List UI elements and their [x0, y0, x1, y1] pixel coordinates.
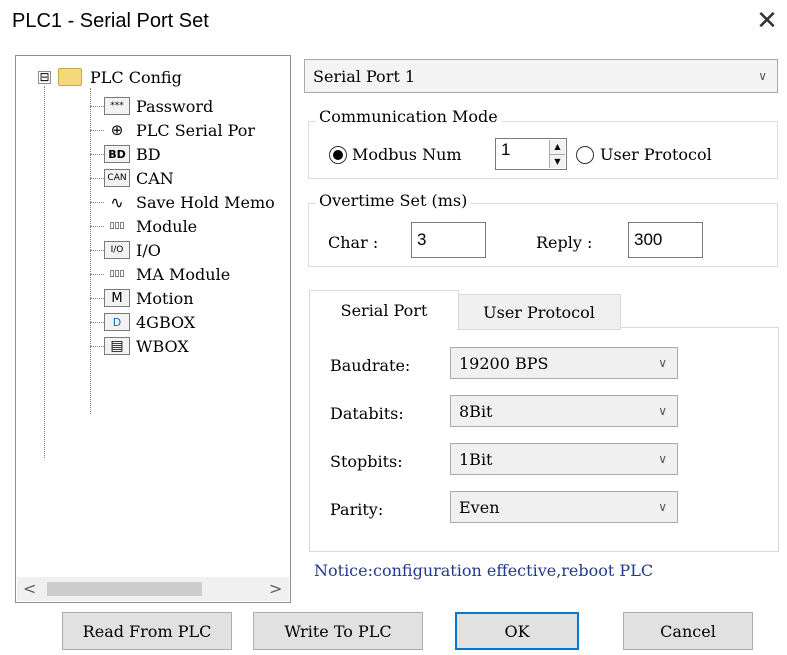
chevron-down-icon: ∨	[658, 452, 667, 466]
parity-value: Even	[459, 497, 500, 517]
tab-user-protocol[interactable]: User Protocol	[457, 294, 621, 330]
char-label: Char :	[328, 233, 379, 252]
ok-button[interactable]: OK	[455, 612, 579, 650]
tree-item-motion[interactable]: M Motion	[90, 287, 194, 309]
stopbits-label: Stopbits:	[330, 452, 403, 471]
tree-item-label: Module	[136, 216, 198, 236]
folder-icon	[58, 68, 82, 86]
scroll-left-icon[interactable]: <	[23, 579, 36, 598]
settings-tabs: Baudrate: 19200 BPS ∨ Databits: 8Bit ∨ S…	[309, 290, 779, 552]
stopbits-select[interactable]: 1Bit ∨	[450, 443, 678, 475]
tree-connector	[44, 86, 45, 458]
reboot-notice: Notice:configuration effective,reboot PL…	[314, 561, 654, 580]
baudrate-select[interactable]: 19200 BPS ∨	[450, 347, 678, 379]
tree-item-ma-module[interactable]: ▯▯▯ MA Module	[90, 263, 230, 285]
char-value: 3	[417, 230, 427, 249]
spin-up-icon[interactable]: ▲	[550, 140, 565, 155]
baudrate-value: 19200 BPS	[459, 353, 549, 373]
stopbits-value: 1Bit	[459, 449, 493, 469]
bd-icon: BD	[104, 145, 130, 163]
tree-item-save-hold-memory[interactable]: ∿ Save Hold Memo	[90, 191, 275, 213]
password-icon: ***	[104, 97, 130, 115]
io-icon: I/O	[104, 241, 130, 259]
baudrate-label: Baudrate:	[330, 356, 411, 375]
tree-item-module[interactable]: ▯▯▯ Module	[90, 215, 197, 237]
tree-root-label: PLC Config	[90, 67, 182, 87]
tree-item-can[interactable]: CAN CAN	[90, 167, 174, 189]
modbus-radio[interactable]	[329, 146, 347, 164]
tree-item-bd[interactable]: BD BD	[90, 143, 161, 165]
tree-item-label: I/O	[136, 240, 161, 260]
button-label: Write To PLC	[284, 621, 392, 641]
char-input[interactable]: 3	[411, 222, 486, 258]
scrollbar-thumb[interactable]	[47, 582, 202, 596]
serial-port-tab-panel: Baudrate: 19200 BPS ∨ Databits: 8Bit ∨ S…	[309, 327, 779, 552]
modbus-label: Modbus Num	[352, 145, 462, 164]
collapse-icon[interactable]: ⊟	[38, 71, 51, 84]
serial-port-select[interactable]: Serial Port 1 ∨	[304, 59, 778, 93]
chevron-down-icon: ∨	[658, 500, 667, 514]
tree-item-label: 4GBOX	[136, 312, 196, 332]
button-label: Read From PLC	[82, 621, 212, 641]
tree-item-plc-serial-port[interactable]: ⊕ PLC Serial Por	[90, 119, 255, 141]
databits-label: Databits:	[330, 404, 404, 423]
close-icon[interactable]: ✕	[752, 6, 782, 36]
horizontal-scrollbar[interactable]: < >	[17, 577, 289, 601]
write-to-plc-button[interactable]: Write To PLC	[253, 612, 423, 650]
parity-label: Parity:	[330, 500, 384, 519]
save-hold-memory-icon: ∿	[110, 193, 124, 211]
wbox-icon: ▤	[104, 337, 130, 355]
tree-root-plc-config[interactable]: PLC Config	[90, 66, 182, 88]
modbus-num-spinner[interactable]: ▲ ▼	[549, 140, 565, 168]
overtime-title: Overtime Set (ms)	[316, 191, 471, 210]
communication-mode-title: Communication Mode	[316, 107, 501, 126]
tree-item-label: Save Hold Memo	[136, 192, 275, 212]
serial-port-select-value: Serial Port 1	[313, 66, 416, 86]
scroll-right-icon[interactable]: >	[269, 579, 282, 598]
config-tree[interactable]: ⊟ PLC Config *** Password ⊕ PLC Serial P…	[15, 55, 291, 603]
user-protocol-radio[interactable]	[576, 146, 594, 164]
reply-value: 300	[634, 230, 663, 249]
4gbox-icon: D	[104, 313, 130, 331]
chevron-down-icon: ∨	[658, 404, 667, 418]
can-icon: CAN	[104, 169, 130, 187]
tree-item-label: BD	[136, 144, 161, 164]
reply-input[interactable]: 300	[628, 222, 703, 258]
tree-item-label: Password	[136, 96, 214, 116]
read-from-plc-button[interactable]: Read From PLC	[62, 612, 232, 650]
tree-item-wbox[interactable]: ▤ WBOX	[90, 335, 189, 357]
tree-item-password[interactable]: *** Password	[90, 95, 213, 117]
databits-value: 8Bit	[459, 401, 493, 421]
button-label: Cancel	[660, 621, 716, 641]
spin-down-icon[interactable]: ▼	[550, 155, 565, 168]
tree-item-label: MA Module	[136, 264, 231, 284]
tree-item-io[interactable]: I/O I/O	[90, 239, 161, 261]
tab-serial-port[interactable]: Serial Port	[309, 290, 459, 329]
ma-module-icon: ▯▯▯	[109, 269, 125, 279]
serial-port-icon: ⊕	[110, 121, 124, 139]
tree-item-4gbox[interactable]: D 4GBOX	[90, 311, 195, 333]
tree-item-label: WBOX	[136, 336, 189, 356]
cancel-button[interactable]: Cancel	[623, 612, 753, 650]
user-protocol-label: User Protocol	[600, 145, 712, 164]
window-title: PLC1 - Serial Port Set	[12, 10, 209, 32]
tree-item-label: PLC Serial Por	[136, 120, 256, 140]
tree-item-label: CAN	[136, 168, 174, 188]
modbus-num-value: 1	[501, 140, 511, 159]
module-icon: ▯▯▯	[109, 221, 125, 231]
chevron-down-icon: ∨	[658, 356, 667, 370]
button-label: OK	[504, 621, 530, 641]
reply-label: Reply :	[536, 233, 593, 252]
databits-select[interactable]: 8Bit ∨	[450, 395, 678, 427]
chevron-down-icon: ∨	[758, 69, 767, 83]
parity-select[interactable]: Even ∨	[450, 491, 678, 523]
tree-item-label: Motion	[136, 288, 194, 308]
tab-label: Serial Port	[340, 300, 428, 320]
tab-label: User Protocol	[483, 302, 595, 322]
motion-icon: M	[104, 289, 130, 307]
